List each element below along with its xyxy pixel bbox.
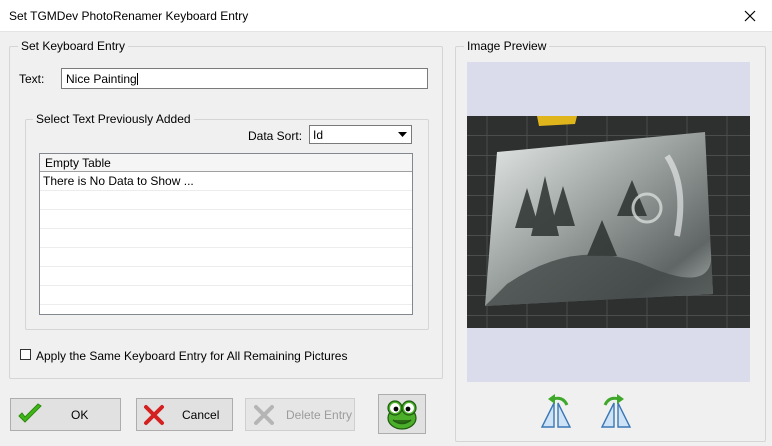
data-sort-select[interactable]: Id xyxy=(309,125,412,144)
data-sort-value: Id xyxy=(313,128,324,142)
table-empty-row xyxy=(40,229,412,248)
previous-text-legend: Select Text Previously Added xyxy=(33,112,194,126)
image-preview-legend: Image Preview xyxy=(464,39,550,53)
cancel-label: Cancel xyxy=(182,408,220,422)
table-empty-row xyxy=(40,267,412,286)
table-empty-row xyxy=(40,286,412,305)
table-empty-row xyxy=(40,248,412,267)
table-empty-row xyxy=(40,191,412,210)
preview-photo xyxy=(467,116,750,328)
text-caret xyxy=(136,73,138,85)
checkmark-icon xyxy=(18,403,42,423)
delete-entry-label: Delete Entry xyxy=(286,408,353,422)
frog-mascot-icon xyxy=(387,400,417,430)
apply-all-label: Apply the Same Keyboard Entry for All Re… xyxy=(36,349,348,363)
rotate-right-button[interactable] xyxy=(599,393,633,429)
apply-all-checkbox[interactable] xyxy=(20,349,31,360)
cancel-button[interactable]: Cancel xyxy=(136,398,233,431)
text-label: Text: xyxy=(19,72,45,86)
title-bar: Set TGMDev PhotoRenamer Keyboard Entry xyxy=(0,0,772,32)
window-title: Set TGMDev PhotoRenamer Keyboard Entry xyxy=(9,9,249,23)
data-sort-label: Data Sort: xyxy=(248,129,303,143)
table-row[interactable]: There is No Data to Show ... xyxy=(40,172,412,191)
mascot-button[interactable] xyxy=(378,394,426,434)
close-icon xyxy=(744,10,756,21)
delete-x-icon xyxy=(254,405,274,425)
keyboard-entry-legend: Set Keyboard Entry xyxy=(18,39,129,53)
previous-text-table[interactable]: Empty Table There is No Data to Show ... xyxy=(39,153,413,315)
chevron-down-icon[interactable] xyxy=(394,127,410,142)
table-empty-row xyxy=(40,210,412,229)
text-input[interactable]: Nice Painting xyxy=(61,68,428,89)
ok-label: OK xyxy=(71,408,89,422)
rotate-left-icon xyxy=(540,394,572,428)
cancel-x-icon xyxy=(144,405,164,425)
rotate-left-button[interactable] xyxy=(539,393,573,429)
delete-entry-button[interactable]: Delete Entry xyxy=(245,398,355,431)
text-input-value: Nice Painting xyxy=(66,72,137,86)
ok-button[interactable]: OK xyxy=(10,398,121,431)
rotate-right-icon xyxy=(600,394,632,428)
table-column-header[interactable]: Empty Table xyxy=(40,154,412,172)
close-button[interactable] xyxy=(728,0,772,31)
image-preview-area xyxy=(467,62,750,382)
